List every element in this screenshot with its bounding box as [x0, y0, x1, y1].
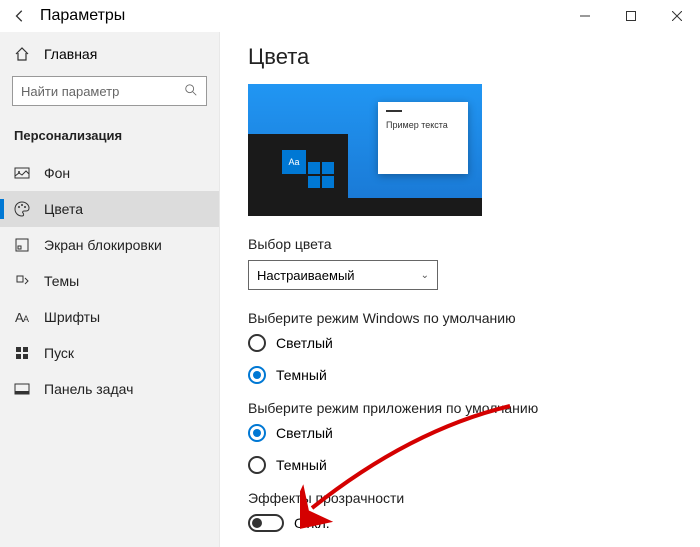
preview-tile: [322, 162, 334, 174]
radio-label: Темный: [276, 367, 327, 383]
radio-icon: [248, 424, 266, 442]
sidebar-item-lockscreen[interactable]: Экран блокировки: [0, 227, 219, 263]
arrow-left-icon: [13, 9, 27, 23]
sidebar-item-label: Цвета: [44, 201, 83, 217]
preview-window-bar: [386, 110, 402, 112]
page-title: Цвета: [248, 44, 672, 70]
sidebar-item-label: Темы: [44, 273, 79, 289]
radio-label: Темный: [276, 457, 327, 473]
svg-text:A: A: [23, 314, 29, 324]
sidebar-item-label: Фон: [44, 165, 70, 181]
close-icon: [672, 11, 682, 21]
main-area: Главная Найти параметр Персонализация Фо…: [0, 32, 700, 547]
sidebar-item-taskbar[interactable]: Панель задач: [0, 371, 219, 407]
preview-sample-text: Пример текста: [386, 120, 460, 130]
color-mode-dropdown[interactable]: Настраиваемый ⌄: [248, 260, 438, 290]
content: Цвета Aa Пример текста Выбор цвета Настр…: [220, 32, 700, 547]
section-title: Персонализация: [0, 122, 219, 155]
windows-mode-dark-radio[interactable]: Темный: [248, 366, 672, 384]
sidebar-item-label: Пуск: [44, 345, 74, 361]
sidebar-item-fonts[interactable]: AA Шрифты: [0, 299, 219, 335]
start-icon: [14, 345, 30, 361]
preview-window: Пример текста: [378, 102, 468, 174]
preview-tile: [308, 162, 320, 174]
minimize-icon: [580, 11, 590, 21]
search-placeholder: Найти параметр: [21, 84, 119, 99]
maximize-icon: [626, 11, 636, 21]
themes-icon: [14, 273, 30, 289]
transparency-heading: Эффекты прозрачности: [248, 490, 672, 506]
color-preview: Aa Пример текста: [248, 84, 482, 216]
sidebar-item-start[interactable]: Пуск: [0, 335, 219, 371]
home-label: Главная: [44, 46, 97, 62]
radio-label: Светлый: [276, 335, 333, 351]
picture-icon: [14, 165, 30, 181]
sidebar-item-label: Панель задач: [44, 381, 133, 397]
home-link[interactable]: Главная: [0, 36, 219, 68]
toggle-switch-icon: [248, 514, 284, 532]
radio-icon: [248, 456, 266, 474]
chevron-down-icon: ⌄: [421, 270, 429, 281]
sidebar-item-background[interactable]: Фон: [0, 155, 219, 191]
sidebar-item-themes[interactable]: Темы: [0, 263, 219, 299]
fonts-icon: AA: [14, 309, 30, 325]
close-button[interactable]: [654, 0, 700, 32]
search-input[interactable]: Найти параметр: [12, 76, 207, 106]
app-mode-dark-radio[interactable]: Темный: [248, 456, 672, 474]
app-mode-light-radio[interactable]: Светлый: [248, 424, 672, 442]
preview-tile: [308, 176, 320, 188]
radio-icon: [248, 366, 266, 384]
dropdown-value: Настраиваемый: [257, 268, 355, 283]
color-mode-heading: Выбор цвета: [248, 236, 672, 252]
lockscreen-icon: [14, 237, 30, 253]
windows-mode-heading: Выберите режим Windows по умолчанию: [248, 310, 672, 326]
preview-taskbar: [248, 198, 482, 216]
radio-label: Светлый: [276, 425, 333, 441]
preview-tile: Aa: [282, 150, 306, 174]
app-mode-heading: Выберите режим приложения по умолчанию: [248, 400, 672, 416]
sidebar-item-label: Шрифты: [44, 309, 100, 325]
radio-icon: [248, 334, 266, 352]
back-button[interactable]: [8, 4, 32, 28]
sidebar-item-colors[interactable]: Цвета: [0, 191, 219, 227]
preview-tile: [322, 176, 334, 188]
titlebar: Параметры: [0, 0, 700, 32]
maximize-button[interactable]: [608, 0, 654, 32]
transparency-toggle[interactable]: Откл.: [248, 514, 672, 532]
search-icon: [184, 83, 198, 100]
toggle-state: Откл.: [294, 515, 330, 531]
window-title: Параметры: [40, 7, 125, 25]
home-icon: [14, 46, 30, 62]
sidebar-item-label: Экран блокировки: [44, 237, 162, 253]
sidebar: Главная Найти параметр Персонализация Фо…: [0, 32, 220, 547]
windows-mode-light-radio[interactable]: Светлый: [248, 334, 672, 352]
minimize-button[interactable]: [562, 0, 608, 32]
window-controls: [562, 0, 700, 32]
palette-icon: [14, 201, 30, 217]
taskbar-icon: [14, 381, 30, 397]
